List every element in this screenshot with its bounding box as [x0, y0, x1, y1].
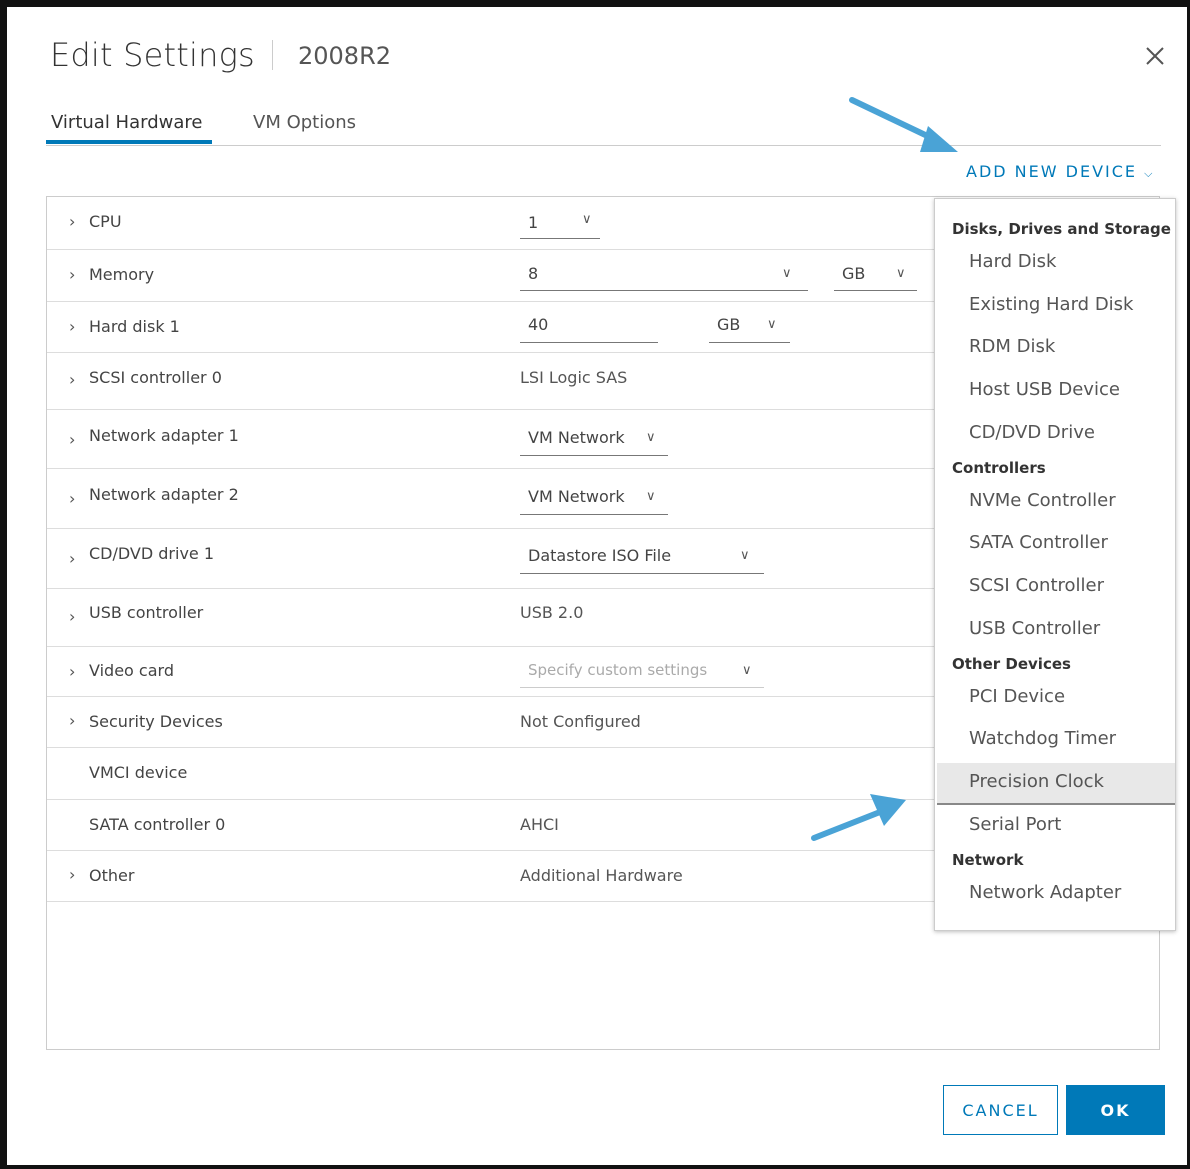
menu-group-header: Controllers [952, 459, 1046, 477]
chevron-down-icon: ⌵ [1144, 167, 1153, 180]
dialog-title: Edit Settings [50, 36, 255, 74]
memory-value: 8 [528, 264, 539, 283]
menu-item-serial-port[interactable]: Serial Port [969, 814, 1061, 835]
row-label: Network adapter 2 [89, 485, 239, 504]
ok-button[interactable]: OK [1066, 1085, 1165, 1135]
menu-item-precision-clock[interactable]: Precision Clock [969, 771, 1104, 792]
hard-disk-value: 40 [528, 315, 549, 334]
hard-disk-size-input[interactable]: 40 [520, 315, 658, 343]
chevron-right-icon[interactable]: › [69, 489, 75, 508]
cancel-button[interactable]: CANCEL [943, 1085, 1058, 1135]
vm-name: 2008R2 [298, 42, 392, 70]
chevron-down-icon: ∨ [767, 317, 777, 332]
menu-group-header: Other Devices [952, 655, 1071, 673]
row-value: LSI Logic SAS [520, 368, 628, 387]
menu-item-rdm-disk[interactable]: RDM Disk [969, 336, 1055, 357]
add-new-device-button[interactable]: ADD NEW DEVICE ⌵ [966, 162, 1152, 181]
chevron-right-icon[interactable]: › [69, 711, 75, 730]
network-1-value: VM Network [528, 428, 625, 447]
chevron-down-icon: ∨ [582, 212, 592, 227]
row-label: SCSI controller 0 [89, 368, 222, 387]
menu-group-header: Network [952, 851, 1024, 869]
chevron-down-icon: ∨ [646, 430, 656, 445]
hard-disk-unit: GB [717, 315, 741, 334]
chevron-right-icon[interactable]: › [69, 370, 75, 389]
annotation-arrow-icon [849, 97, 958, 152]
row-label: CD/DVD drive 1 [89, 544, 215, 563]
menu-item-usb-controller[interactable]: USB Controller [969, 618, 1100, 639]
add-new-device-label: ADD NEW DEVICE [966, 162, 1138, 181]
row-label: Memory [89, 265, 155, 284]
menu-item-existing-hard-disk[interactable]: Existing Hard Disk [969, 294, 1133, 315]
chevron-right-icon[interactable]: › [69, 607, 75, 626]
chevron-right-icon[interactable]: › [69, 549, 75, 568]
menu-item-scsi-controller[interactable]: SCSI Controller [969, 575, 1104, 596]
row-value: AHCI [520, 815, 559, 834]
annotation-arrow-icon [811, 794, 906, 841]
chevron-right-icon[interactable]: › [69, 430, 75, 449]
hard-disk-unit-select[interactable]: GB ∨ [709, 315, 790, 343]
row-label: Video card [89, 661, 174, 680]
video-card-value: Specify custom settings [528, 661, 708, 679]
chevron-down-icon: ∨ [896, 266, 906, 281]
menu-item-pci-device[interactable]: PCI Device [969, 686, 1065, 707]
tab-bar: Virtual Hardware VM Options [46, 112, 1161, 146]
menu-item-nvme-controller[interactable]: NVMe Controller [969, 490, 1116, 511]
row-label: Other [89, 866, 135, 885]
chevron-down-icon: ∨ [782, 266, 792, 281]
memory-unit-select[interactable]: GB ∨ [834, 264, 917, 291]
row-label: Hard disk 1 [89, 317, 180, 336]
network-2-select[interactable]: VM Network ∨ [520, 487, 668, 515]
chevron-right-icon[interactable]: › [69, 265, 75, 284]
add-device-menu: Disks, Drives and Storage Hard Disk Exis… [934, 198, 1176, 931]
video-card-select[interactable]: Specify custom settings ∨ [520, 661, 764, 688]
chevron-right-icon[interactable]: › [69, 212, 75, 231]
title-divider [272, 40, 273, 70]
network-2-value: VM Network [528, 487, 625, 506]
cd-dvd-select[interactable]: Datastore ISO File ∨ [520, 546, 764, 574]
menu-item-host-usb-device[interactable]: Host USB Device [969, 379, 1120, 400]
row-label: SATA controller 0 [89, 815, 226, 834]
chevron-right-icon[interactable]: › [69, 662, 75, 681]
chevron-down-icon: ∨ [646, 489, 656, 504]
cpu-value: 1 [528, 213, 539, 232]
row-label: Security Devices [89, 712, 223, 731]
chevron-right-icon[interactable]: › [69, 317, 75, 336]
chevron-down-icon: ∨ [740, 548, 750, 563]
menu-item-sata-controller[interactable]: SATA Controller [969, 532, 1108, 553]
chevron-down-icon: ∨ [742, 663, 752, 678]
cpu-select[interactable]: 1 ∨ [520, 212, 600, 239]
menu-item-cd-dvd-drive[interactable]: CD/DVD Drive [969, 422, 1095, 443]
row-value: Not Configured [520, 712, 641, 731]
menu-item-watchdog-timer[interactable]: Watchdog Timer [969, 728, 1116, 749]
network-1-select[interactable]: VM Network ∨ [520, 428, 668, 456]
tab-virtual-hardware[interactable]: Virtual Hardware [46, 112, 212, 144]
row-label: VMCI device [89, 763, 188, 782]
row-value: USB 2.0 [520, 603, 584, 622]
tab-vm-options[interactable]: VM Options [253, 112, 356, 144]
menu-item-network-adapter[interactable]: Network Adapter [969, 882, 1121, 903]
row-value: Additional Hardware [520, 866, 683, 885]
cd-dvd-value: Datastore ISO File [528, 546, 672, 565]
memory-input[interactable]: 8 ∨ [520, 264, 808, 291]
row-label: CPU [89, 212, 122, 231]
chevron-right-icon[interactable]: › [69, 865, 75, 884]
close-icon[interactable] [1141, 42, 1169, 70]
row-label: USB controller [89, 603, 204, 622]
menu-item-hard-disk[interactable]: Hard Disk [969, 251, 1056, 272]
menu-group-header: Disks, Drives and Storage [952, 220, 1171, 238]
memory-unit: GB [842, 264, 866, 283]
row-label: Network adapter 1 [89, 426, 239, 445]
